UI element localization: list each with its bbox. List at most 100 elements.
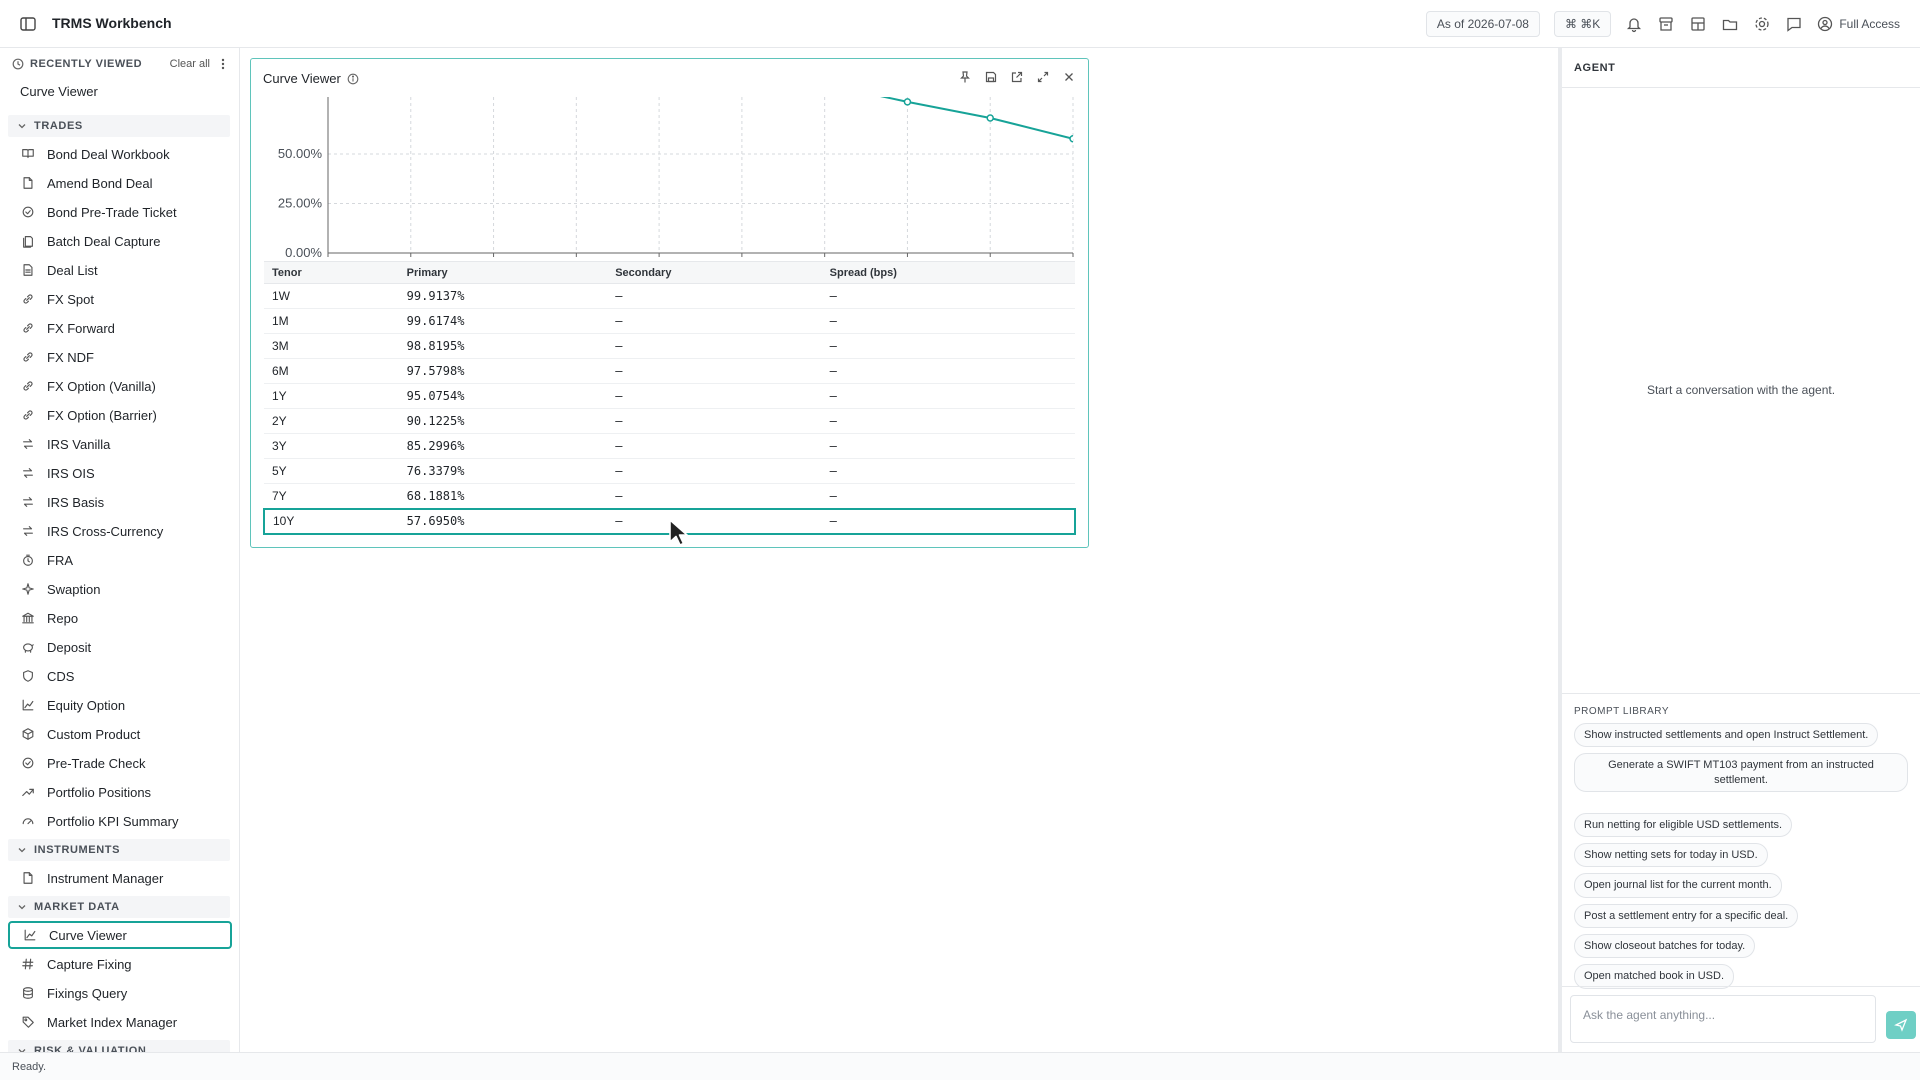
section-label: TRADES [34,120,83,132]
send-button[interactable] [1886,1011,1916,1039]
sidebar-item-fx-forward[interactable]: FX Forward [8,314,232,342]
table-cell: 7Y [264,483,399,509]
sidebar-item-bond-deal-workbook[interactable]: Bond Deal Workbook [8,140,232,168]
table-cell: – [607,358,822,384]
section-header-market-data[interactable]: MARKET DATA [8,896,230,918]
sidebar-item-fixings-query[interactable]: Fixings Query [8,979,232,1007]
sidebar-item-bond-pre-trade-ticket[interactable]: Bond Pre-Trade Ticket [8,198,232,226]
sidebar-item-deposit[interactable]: Deposit [8,633,232,661]
sidebar-item-irs-cross-currency[interactable]: IRS Cross-Currency [8,517,232,545]
sidebar-item-label: Batch Deal Capture [47,233,161,249]
table-cell: 1W [264,283,399,309]
agent-input[interactable]: Ask the agent anything... [1570,995,1876,1043]
prompt-chip[interactable]: Open journal list for the current month. [1574,873,1782,898]
column-header[interactable]: Primary [398,261,608,284]
folder-icon[interactable] [1721,15,1739,33]
table-row[interactable]: 6M 97.5798% – – [264,358,1075,384]
recent-item[interactable]: Curve Viewer [20,84,98,99]
bell-icon[interactable] [1625,15,1643,33]
prompt-chip[interactable]: Show closeout batches for today. [1574,934,1756,959]
sidebar-item-label: Capture Fixing [47,956,132,972]
sidebar-item-portfolio-positions[interactable]: Portfolio Positions [8,778,232,806]
shield-icon [21,669,35,683]
sidebar-item-fx-option-barrier[interactable]: FX Option (Barrier) [8,401,232,429]
sidebar-item-curve-viewer[interactable]: Curve Viewer [8,921,232,949]
chevron-down-icon [16,901,28,913]
chevron-down-icon [16,1045,28,1052]
sidebar-item-fx-spot[interactable]: FX Spot [8,285,232,313]
prompt-chip[interactable]: Run netting for eligible USD settlements… [1574,812,1793,838]
command-palette-button[interactable]: ⌘ ⌘K [1553,11,1612,37]
prompt-chip[interactable]: Show netting sets for today in USD. [1574,843,1768,868]
prompt-chip[interactable]: Generate a SWIFT MT103 payment from an i… [1574,753,1908,792]
clear-all-button[interactable]: Clear all [170,58,210,70]
sidebar-item-irs-basis[interactable]: IRS Basis [8,488,232,516]
sidebar-item-equity-option[interactable]: Equity Option [8,691,232,719]
table-cell: – [607,433,822,459]
table-row[interactable]: 5Y 76.3379% – – [264,458,1075,484]
as-of-date[interactable]: As of 2026-07-08 [1425,11,1540,37]
sidebar-item-label: Deposit [47,639,92,655]
table-row[interactable]: 3M 98.8195% – – [264,333,1075,359]
sidebar-item-pre-trade-check[interactable]: Pre-Trade Check [8,749,232,777]
close-icon[interactable] [1062,70,1076,84]
sidebar-item-irs-ois[interactable]: IRS OIS [8,459,232,487]
sidebar-toggle-icon[interactable] [18,14,38,34]
sidebar-item-capture-fixing[interactable]: Capture Fixing [8,950,232,978]
info-icon[interactable] [347,73,359,85]
column-header[interactable]: Tenor [264,261,399,284]
table-row[interactable]: 1Y 95.0754% – – [264,383,1075,409]
prompt-chip[interactable]: Post a settlement entry for a specific d… [1574,903,1799,929]
recently-viewed-header: RECENTLY VIEWED Clear all [12,54,232,74]
sidebar-item-repo[interactable]: Repo [8,604,232,632]
column-header[interactable]: Spread (bps) [821,261,1075,284]
sidebar-item-batch-deal-capture[interactable]: Batch Deal Capture [8,227,232,255]
prompt-library-title: PROMPT LIBRARY [1574,706,1669,717]
layout-icon[interactable] [1689,15,1707,33]
prompt-chip[interactable]: Show instructed settlements and open Ins… [1574,723,1879,748]
sidebar-item-label: Curve Viewer [49,927,127,943]
link-icon [21,408,35,422]
archive-icon[interactable] [1657,15,1675,33]
pin-icon[interactable] [958,70,972,84]
chat-icon[interactable] [1785,15,1803,33]
table-row[interactable]: 1M 99.6174% – – [264,308,1075,334]
kebab-menu-icon[interactable] [216,57,230,71]
external-link-icon[interactable] [1010,70,1024,84]
table-cell: 90.1225% [398,408,608,434]
sidebar-item-deal-list[interactable]: Deal List [8,256,232,284]
section-header-risk-valuation[interactable]: RISK & VALUATION [8,1040,230,1052]
save-icon[interactable] [984,70,998,84]
column-header[interactable]: Secondary [607,261,822,284]
table-row[interactable]: 1W 99.9137% – – [264,283,1075,309]
sidebar-item-instrument-manager[interactable]: Instrument Manager [8,864,232,892]
table-row[interactable]: 3Y 85.2996% – – [264,433,1075,459]
app-title: TRMS Workbench [52,15,172,31]
table-cell: 1Y [264,383,399,409]
sidebar-item-fx-ndf[interactable]: FX NDF [8,343,232,371]
sidebar-item-label: Swaption [47,581,101,597]
data-point [903,98,912,106]
file-stack-icon [21,234,35,248]
table-cell: 95.0754% [398,383,608,409]
panel-title: Curve Viewer [263,71,341,86]
sidebar-item-irs-vanilla[interactable]: IRS Vanilla [8,430,232,458]
sidebar-item-portfolio-kpi-summary[interactable]: Portfolio KPI Summary [8,807,232,835]
table-cell: – [821,458,1075,484]
sidebar-item-fra[interactable]: FRA [8,546,232,574]
sidebar-item-fx-option-vanilla[interactable]: FX Option (Vanilla) [8,372,232,400]
sidebar-item-label: IRS Vanilla [47,436,111,452]
sidebar-item-swaption[interactable]: Swaption [8,575,232,603]
sidebar-item-market-index-manager[interactable]: Market Index Manager [8,1008,232,1036]
expand-icon[interactable] [1036,70,1050,84]
mouse-cursor [669,519,688,546]
sidebar-item-amend-bond-deal[interactable]: Amend Bond Deal [8,169,232,197]
sidebar-item-cds[interactable]: CDS [8,662,232,690]
section-header-trades[interactable]: TRADES [8,115,230,137]
access-level[interactable]: Full Access [1817,16,1900,32]
gear-icon[interactable] [1753,15,1771,33]
sidebar-item-custom-product[interactable]: Custom Product [8,720,232,748]
section-header-instruments[interactable]: INSTRUMENTS [8,839,230,861]
table-row[interactable]: 2Y 90.1225% – – [264,408,1075,434]
table-row[interactable]: 7Y 68.1881% – – [264,483,1075,509]
